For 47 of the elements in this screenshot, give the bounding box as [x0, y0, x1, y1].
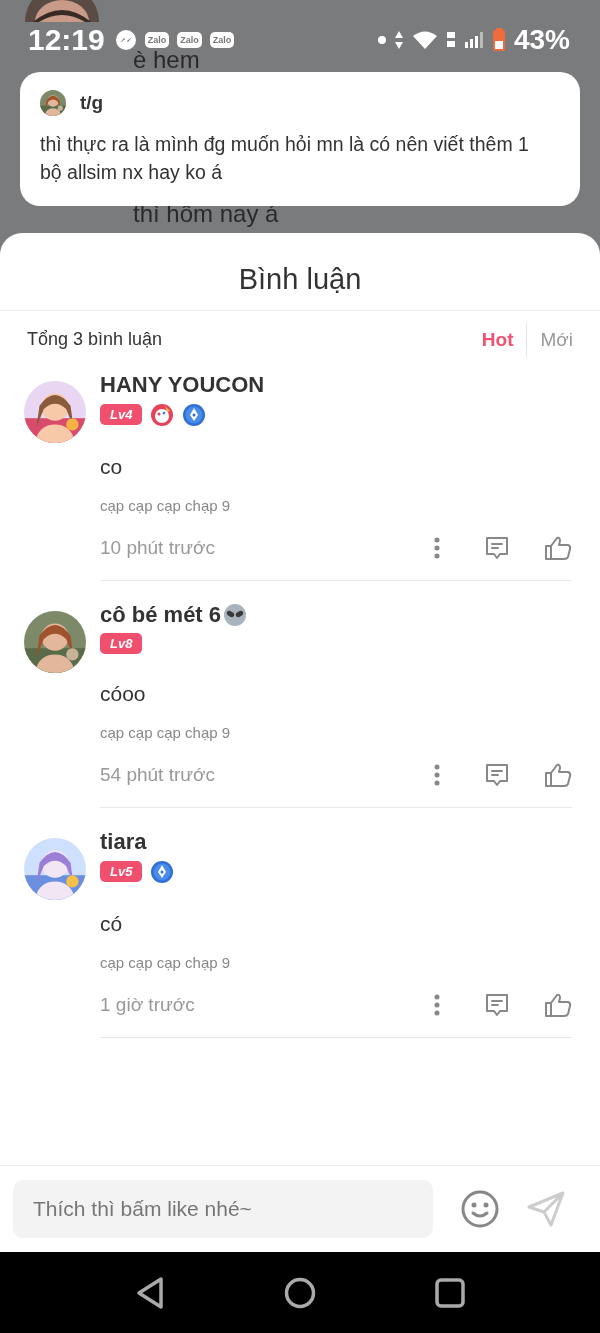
dot-icon — [377, 36, 386, 44]
sheet-title: Bình luận — [0, 232, 600, 311]
alien-icon — [223, 602, 248, 627]
wifi-icon — [411, 30, 438, 50]
messenger-icon — [114, 29, 137, 51]
user-name: tiara — [100, 828, 147, 855]
sort-tab[interactable]: Hot — [481, 328, 514, 351]
thumbs-up-icon[interactable] — [544, 991, 572, 1018]
user-name: HANY YOUCON — [100, 371, 265, 398]
chat-message: è hem — [133, 46, 200, 74]
pen-badge-icon — [182, 402, 207, 427]
comment-time: 54 phút trước — [100, 763, 216, 786]
author-name: t/g — [80, 91, 104, 114]
comment-text: co — [100, 454, 124, 479]
comment-time: 10 phút trước — [100, 536, 216, 559]
pen-badge-icon — [150, 859, 175, 884]
status-time: 12:19 — [28, 23, 105, 57]
sort-tab[interactable]: Mới — [540, 328, 573, 351]
back-icon[interactable] — [134, 1275, 166, 1310]
comment-text: cóoo — [100, 681, 147, 706]
reply-icon[interactable] — [484, 991, 510, 1018]
user-name: cô bé mét 6 — [100, 601, 222, 628]
smiley-icon[interactable] — [461, 1190, 499, 1229]
more-icon[interactable] — [434, 763, 440, 786]
message-text: thì thực ra là mình đg muốn hỏi mn là có nên viết thêm 1 bộ allsim nx hay ko á — [40, 131, 530, 185]
thumbs-up-icon[interactable] — [544, 534, 572, 561]
battery-percent: 43% — [513, 24, 570, 56]
reply-icon[interactable] — [484, 534, 510, 561]
comment-text: có — [100, 911, 124, 936]
level-badge: Lv8 — [100, 632, 143, 654]
comment-time: 1 giờ trước — [100, 993, 196, 1016]
recents-icon[interactable] — [434, 1276, 466, 1309]
more-icon[interactable] — [434, 536, 440, 559]
user-signature: cạp cạp cạp chạp 9 — [100, 496, 232, 514]
comment-count: Tổng 3 bình luận — [27, 329, 163, 351]
data-arrows-icon — [393, 30, 404, 50]
home-icon[interactable] — [284, 1276, 316, 1309]
more-icon[interactable] — [434, 993, 440, 1016]
level-badge: Lv4 — [100, 404, 143, 426]
user-signature: cạp cạp cạp chạp 9 — [100, 723, 232, 741]
chat-message: thì hôm nay á — [133, 200, 279, 228]
reply-icon[interactable] — [484, 761, 510, 788]
level-badge: Lv5 — [100, 861, 143, 883]
user-signature: cạp cạp cạp chạp 9 — [100, 953, 232, 971]
signal-icon — [463, 31, 484, 49]
comment-input[interactable]: Thích thì bấm like nhé~ — [13, 1180, 433, 1239]
thumbs-up-icon[interactable] — [544, 761, 572, 788]
